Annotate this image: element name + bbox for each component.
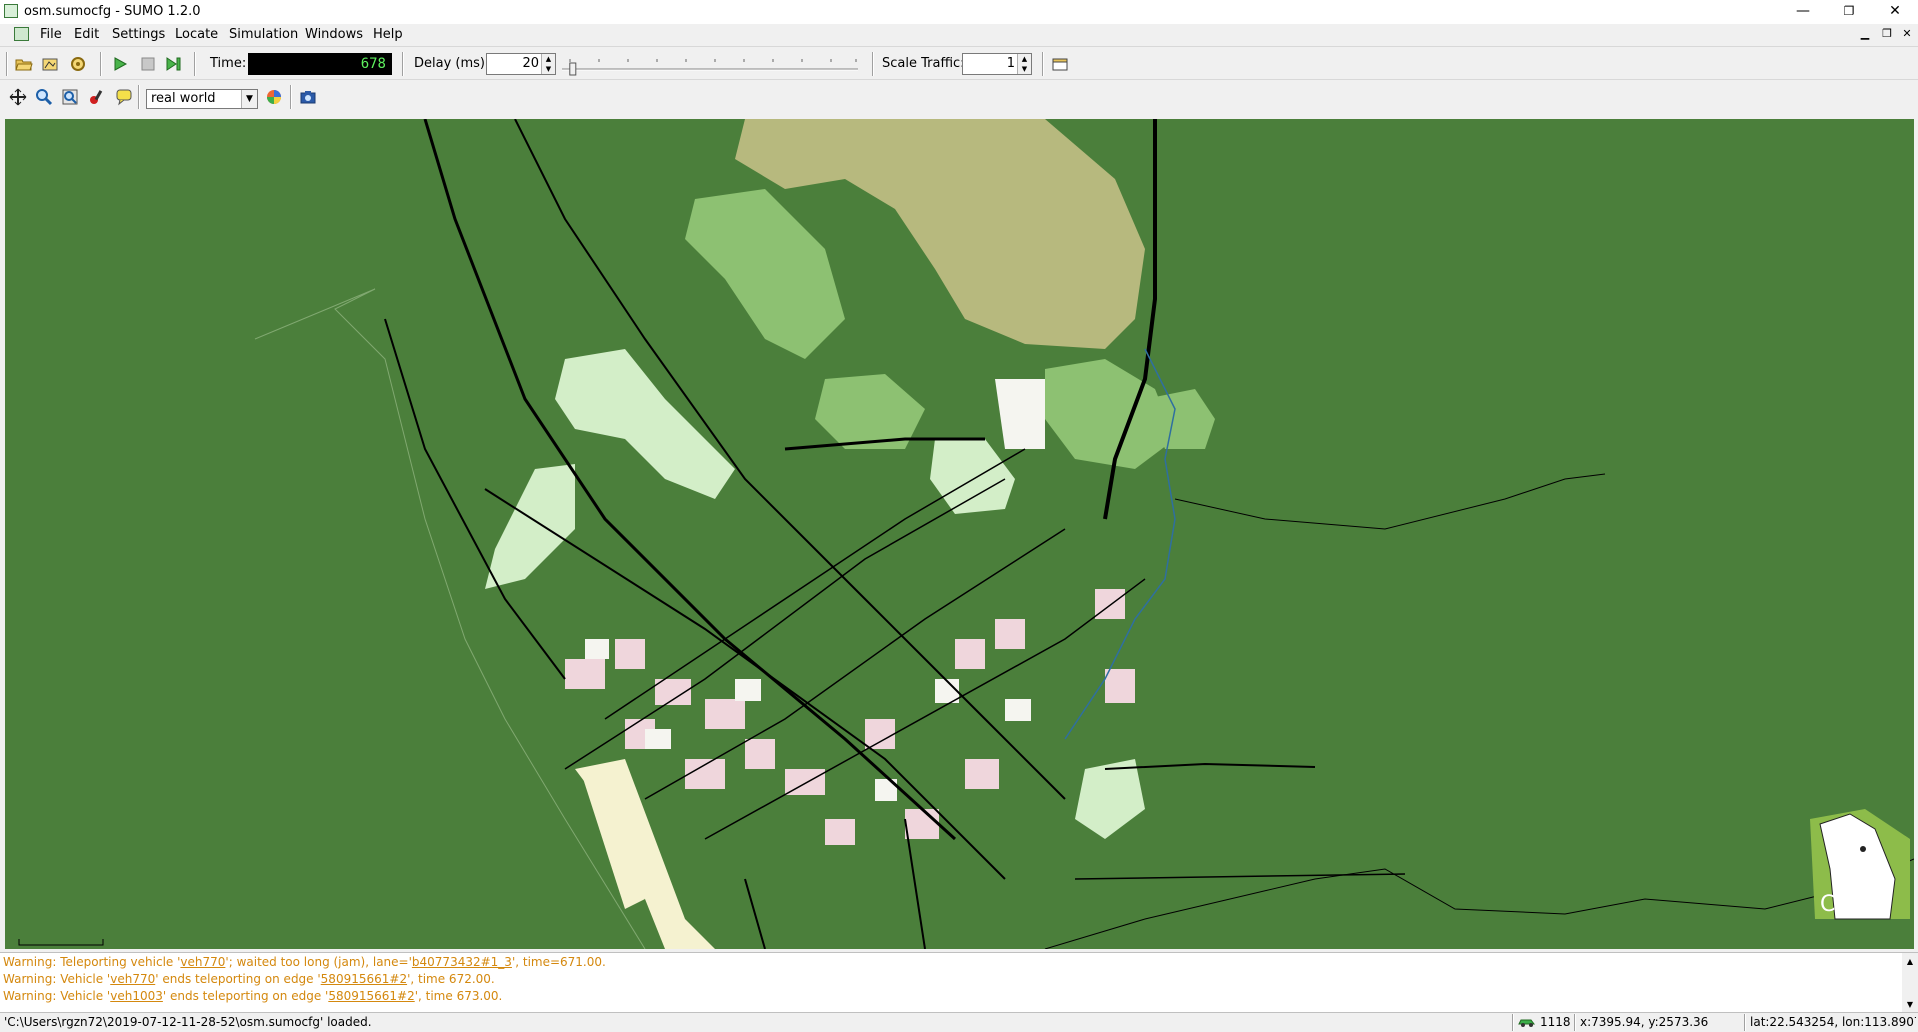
toolbar-separator [100, 52, 102, 76]
step-icon[interactable] [164, 54, 184, 74]
cursor-latlon: lat:22.543254, lon:113.89077 [1750, 1015, 1916, 1029]
recenter-icon[interactable] [8, 87, 28, 107]
edge-link[interactable]: 580915661#2 [328, 989, 414, 1003]
delay-spinner[interactable]: 20 ▲ ▼ [486, 53, 556, 75]
toolbar-separator [402, 52, 404, 76]
delay-slider[interactable] [560, 53, 860, 77]
locate-junction-icon[interactable] [60, 87, 80, 107]
menu-simulation[interactable]: Simulation [229, 27, 298, 42]
menu-help[interactable]: Help [373, 27, 403, 42]
log-text: ' ends teleporting on edge ' [162, 989, 329, 1003]
vehicle-link[interactable]: veh770 [180, 955, 225, 969]
mdi-restore-icon[interactable]: ❐ [1880, 26, 1894, 42]
color-scheme-value: real world [151, 91, 216, 106]
time-label: Time: [210, 56, 247, 71]
tooltip-icon[interactable] [114, 87, 134, 107]
camera-icon[interactable] [298, 87, 318, 107]
toolbar-separator [194, 52, 196, 76]
chevron-down-icon[interactable]: ▼ [241, 90, 257, 108]
vehicle-count: 1118 [1540, 1015, 1571, 1029]
toolbar-separator [138, 85, 140, 109]
main-toolbar: Time: 678 Delay (ms): 20 ▲ ▼ Scale Traffi… [0, 46, 1918, 80]
message-scrollbar[interactable]: ▲ ▼ [1902, 953, 1918, 1013]
color-scheme-select[interactable]: real world ▼ [146, 89, 258, 109]
zoom-icon[interactable] [34, 87, 54, 107]
mdi-close-icon[interactable]: ✕ [1900, 26, 1914, 42]
scroll-up-icon[interactable]: ▲ [1902, 957, 1918, 966]
status-separator [1744, 1014, 1746, 1031]
delay-label: Delay (ms): [414, 56, 490, 71]
scroll-down-icon[interactable]: ▼ [1902, 1000, 1918, 1009]
toolbar-separator [872, 52, 874, 76]
lane-link[interactable]: b40773432#1_3 [412, 955, 512, 969]
mdi-minimize-icon[interactable]: ▁ [1858, 26, 1872, 42]
delay-slider-thumb[interactable] [569, 62, 577, 76]
color-wheel-icon[interactable] [264, 87, 284, 107]
reload-icon[interactable] [68, 54, 88, 74]
menu-settings[interactable]: Settings [112, 27, 165, 42]
open-network-icon[interactable] [40, 54, 60, 74]
status-separator [1574, 1014, 1576, 1031]
menu-locate[interactable]: Locate [175, 27, 218, 42]
vehicle-link[interactable]: veh770 [110, 972, 155, 986]
status-separator [1512, 1014, 1514, 1031]
logo-text: CN [1820, 892, 1852, 917]
log-message: Warning: Vehicle 'veh1003' ends teleport… [3, 989, 502, 1003]
log-text: '; waited too long (jam), lane=' [225, 955, 412, 969]
window-title: osm.sumocfg - SUMO 1.2.0 [24, 4, 201, 19]
log-text: ', time=671.00. [511, 955, 606, 969]
scale-traffic-spinner[interactable]: 1 ▲ ▼ [962, 53, 1032, 75]
status-bar: 'C:\Users\rgzn72\2019-07-12-11-28-52\osm… [0, 1012, 1918, 1032]
title-bar: osm.sumocfg - SUMO 1.2.0 — ❐ ✕ [0, 0, 1918, 24]
vehicle-link[interactable]: veh1003 [110, 989, 163, 1003]
toolbar-separator [6, 52, 8, 76]
message-log: Warning: Teleporting vehicle 'veh770'; w… [0, 952, 1918, 1013]
log-text: ', time 673.00. [414, 989, 503, 1003]
open-folder-icon[interactable] [14, 54, 34, 74]
run-icon[interactable] [110, 54, 130, 74]
menu-edit[interactable]: Edit [74, 27, 99, 42]
scale-traffic-value: 1 [1006, 56, 1015, 71]
log-text: Warning: Vehicle ' [3, 972, 111, 986]
document-icon[interactable] [14, 27, 29, 41]
spinner-arrows-icon[interactable]: ▲ ▼ [1017, 54, 1031, 74]
restore-button[interactable]: ❐ [1826, 0, 1872, 24]
menu-bar: File Edit Settings Locate Simulation Win… [0, 24, 1918, 46]
editor-icon[interactable] [86, 87, 106, 107]
new-window-icon[interactable] [1050, 54, 1070, 74]
status-message: 'C:\Users\rgzn72\2019-07-12-11-28-52\osm… [4, 1015, 372, 1029]
stop-icon[interactable] [138, 54, 158, 74]
log-text: Warning: Vehicle ' [3, 989, 111, 1003]
menu-file[interactable]: File [40, 27, 62, 42]
network-map[interactable]: CN [5, 119, 1914, 949]
vehicle-car-icon [1518, 1015, 1536, 1030]
log-text: ', time 672.00. [407, 972, 495, 986]
network-view[interactable]: CN [5, 119, 1914, 949]
menu-windows[interactable]: Windows [305, 27, 363, 42]
time-display: 678 [248, 53, 392, 75]
app-icon [4, 4, 18, 18]
delay-value: 20 [522, 56, 539, 71]
toolbar-separator [290, 85, 292, 109]
scale-traffic-label: Scale Traffic: [882, 56, 965, 71]
cursor-xy: x:7395.94, y:2573.36 [1580, 1015, 1709, 1029]
view-toolbar: real world ▼ [0, 80, 1918, 116]
log-text: Warning: Teleporting vehicle ' [3, 955, 181, 969]
spinner-arrows-icon[interactable]: ▲ ▼ [541, 54, 555, 74]
minimize-button[interactable]: — [1780, 0, 1826, 24]
toolbar-separator [1042, 52, 1044, 76]
log-message: Warning: Vehicle 'veh770' ends teleporti… [3, 972, 495, 986]
close-button[interactable]: ✕ [1872, 0, 1918, 24]
log-text: ' ends teleporting on edge ' [155, 972, 321, 986]
edge-link[interactable]: 580915661#2 [321, 972, 407, 986]
log-message: Warning: Teleporting vehicle 'veh770'; w… [3, 955, 606, 969]
